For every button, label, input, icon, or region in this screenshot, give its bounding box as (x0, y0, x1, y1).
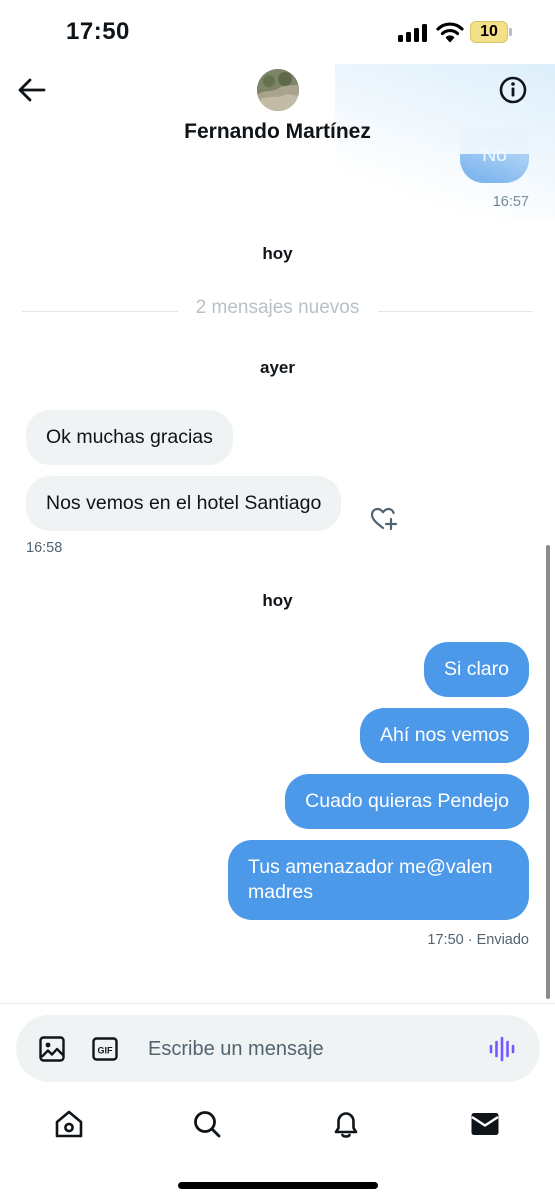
message-input[interactable] (148, 1031, 468, 1067)
heart-plus-icon[interactable] (370, 506, 398, 532)
message-bubble-incoming[interactable]: Ok muchas gracias (26, 410, 233, 465)
message-text: Tus amenazador me@valen madres (248, 856, 493, 903)
message-text: Nos vemos en el hotel Santiago (46, 492, 322, 514)
home-indicator[interactable] (178, 1182, 378, 1189)
voice-waveform-icon[interactable] (488, 1035, 516, 1063)
message-timestamp: 16:58 (26, 540, 63, 556)
message-text: Cuado quieras Pendejo (305, 790, 509, 812)
status-time: 17:50 (66, 18, 130, 45)
message-text: Si claro (443, 658, 509, 680)
message-bubble-outgoing[interactable]: Ahí nos vemos (360, 708, 529, 763)
conversation-header: Fernando Martínez (0, 64, 555, 219)
bell-icon[interactable] (330, 1108, 362, 1140)
day-separator: ayer (260, 358, 295, 377)
day-separator: hoy (262, 244, 293, 263)
info-circle-icon[interactable] (498, 75, 528, 105)
home-icon[interactable] (53, 1108, 85, 1140)
cellular-signal-icon (398, 24, 428, 42)
status-bar: 17:50 10 (0, 0, 555, 64)
composer-divider (0, 1003, 555, 1004)
wifi-icon (436, 22, 464, 43)
message-thread[interactable]: No 16:57 hoy 2 mensajes nuevos ayer Ok m… (0, 128, 555, 1002)
message-bubble-outgoing[interactable]: Si claro (423, 642, 529, 697)
new-messages-divider: 2 mensajes nuevos (195, 297, 360, 318)
message-bubble-outgoing[interactable]: Cuado quieras Pendejo (285, 774, 529, 829)
avatar[interactable] (257, 69, 299, 111)
message-bubble-incoming[interactable]: Nos vemos en el hotel Santiago (26, 476, 342, 531)
message-text: Ok muchas gracias (46, 426, 213, 448)
gif-icon[interactable]: GIF (92, 1037, 118, 1061)
message-status: · Enviado (467, 932, 529, 948)
message-timestamp: 16:57 (492, 194, 529, 210)
message-time: 17:50 (427, 932, 464, 948)
day-separator: hoy (262, 591, 293, 610)
arrow-left-icon[interactable] (16, 76, 48, 104)
image-icon[interactable] (38, 1035, 66, 1063)
search-icon[interactable] (191, 1108, 223, 1140)
avatar-image (257, 69, 299, 111)
message-timestamp: 17:50 · Enviado (427, 932, 529, 948)
scrollbar[interactable] (546, 545, 550, 999)
divider-line-right (378, 311, 533, 312)
bottom-navigation (0, 1100, 555, 1150)
message-bubble-outgoing[interactable]: Tus amenazador me@valen madres (228, 840, 529, 920)
message-text: Ahí nos vemos (380, 724, 509, 746)
contact-name[interactable]: Fernando Martínez (0, 120, 555, 144)
battery-percent: 10 (480, 23, 498, 40)
svg-text:GIF: GIF (98, 1046, 114, 1056)
mail-icon[interactable] (469, 1108, 501, 1140)
battery-indicator: 10 (470, 21, 512, 43)
message-composer: GIF (16, 1015, 540, 1082)
